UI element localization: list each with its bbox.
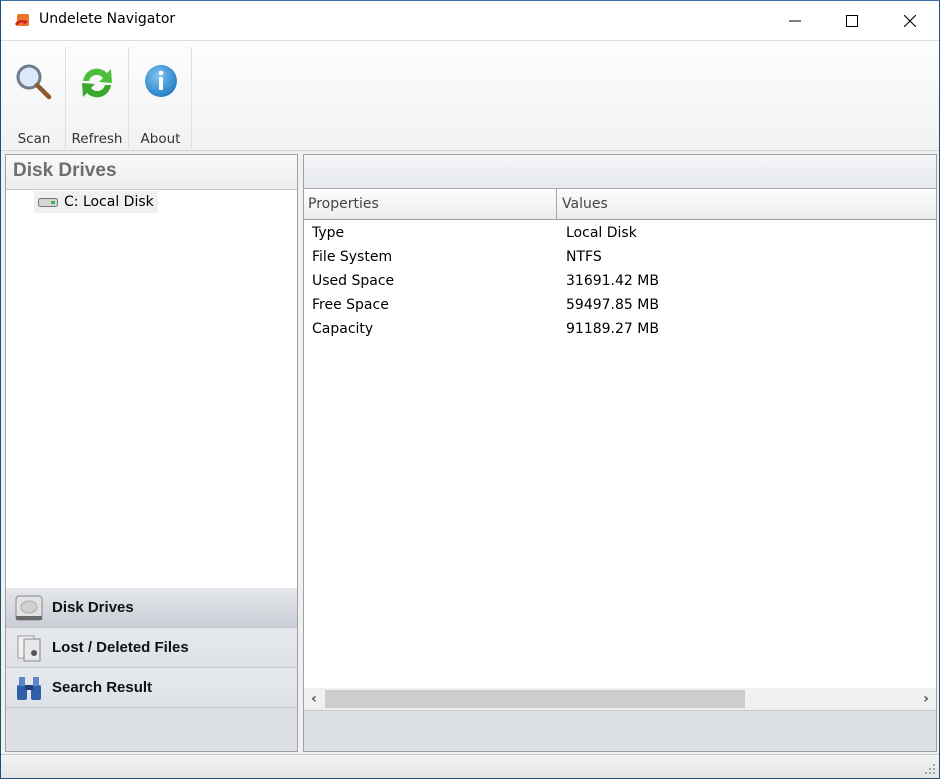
app-window: Undelete Navigator Scan Refresh About Di…: [0, 0, 940, 779]
magnifier-icon: [16, 64, 52, 100]
horizontal-scrollbar[interactable]: ‹ ›: [304, 688, 936, 710]
resize-grip-icon[interactable]: [924, 763, 936, 775]
property-value: NTFS: [566, 249, 602, 265]
binoculars-icon: [17, 676, 41, 700]
maximize-button[interactable]: [823, 1, 881, 40]
column-header-properties[interactable]: Properties: [304, 189, 557, 219]
minimize-button[interactable]: [766, 1, 824, 40]
property-value: 59497.85 MB: [566, 297, 659, 313]
toolbar: Scan Refresh About: [1, 40, 939, 151]
list-item[interactable]: Capacity 91189.27 MB: [304, 317, 936, 341]
refresh-label: Refresh: [71, 131, 123, 147]
properties-header-bar: [304, 155, 936, 189]
chevron-right-icon: ›: [923, 691, 929, 707]
about-label: About: [140, 131, 181, 147]
disk-drives-panel: Disk Drives C: Local Disk Disk Drives Lo…: [5, 154, 298, 752]
nav-label: Search Result: [52, 679, 153, 696]
column-header-values[interactable]: Values: [558, 189, 936, 219]
toolbar-separator: [191, 47, 192, 151]
scroll-right-button[interactable]: ›: [916, 688, 936, 710]
nav-disk-drives[interactable]: Disk Drives: [6, 588, 297, 628]
chevron-left-icon: ‹: [311, 691, 317, 707]
property-value: 31691.42 MB: [566, 273, 659, 289]
list-item[interactable]: Free Space 59497.85 MB: [304, 293, 936, 317]
close-button[interactable]: [881, 1, 939, 40]
property-name: Capacity: [312, 321, 374, 337]
minimize-icon: [789, 20, 801, 21]
nav-label: Lost / Deleted Files: [52, 639, 189, 656]
nav-search-result[interactable]: Search Result: [6, 668, 297, 708]
maximize-icon: [846, 14, 858, 27]
property-name: Free Space: [312, 297, 389, 313]
panel-title: Disk Drives: [13, 160, 117, 181]
close-icon: [904, 14, 916, 27]
list-item[interactable]: Type Local Disk: [304, 221, 936, 245]
nav-lost-deleted-files[interactable]: Lost / Deleted Files: [6, 628, 297, 668]
property-name: File System: [312, 249, 393, 265]
refresh-icon: [82, 68, 112, 98]
property-name: Used Space: [312, 273, 395, 289]
properties-list: Type Local Disk File System NTFS Used Sp…: [304, 221, 936, 341]
properties-footer: [304, 710, 936, 751]
tree-item-c-drive[interactable]: C: Local Disk: [34, 191, 158, 213]
refresh-button[interactable]: Refresh: [66, 47, 128, 151]
panel-header: Disk Drives: [6, 155, 297, 190]
property-name: Type: [312, 225, 345, 241]
status-bar: [1, 754, 939, 778]
property-value: 91189.27 MB: [566, 321, 659, 337]
window-title: Undelete Navigator: [39, 11, 176, 27]
navigation-pane: Disk Drives Lost / Deleted Files Search …: [6, 588, 297, 751]
nav-label: Disk Drives: [52, 599, 134, 616]
hard-disk-icon: [15, 595, 43, 620]
tree-item-label: C: Local Disk: [64, 194, 154, 210]
property-value: Local Disk: [566, 225, 637, 241]
scan-button[interactable]: Scan: [5, 47, 63, 151]
list-item[interactable]: File System NTFS: [304, 245, 936, 269]
about-button[interactable]: About: [129, 47, 192, 151]
drive-icon: [38, 198, 58, 207]
title-bar: Undelete Navigator: [1, 1, 939, 40]
scrollbar-thumb[interactable]: [325, 690, 745, 708]
files-icon: [17, 635, 41, 661]
properties-panel: Properties Values Type Local Disk File S…: [303, 154, 937, 752]
scan-label: Scan: [17, 131, 51, 147]
app-logo-icon: [15, 14, 29, 26]
column-headers: Properties Values: [304, 189, 936, 220]
list-item[interactable]: Used Space 31691.42 MB: [304, 269, 936, 293]
scroll-left-button[interactable]: ‹: [304, 688, 324, 710]
info-icon: [144, 65, 177, 97]
